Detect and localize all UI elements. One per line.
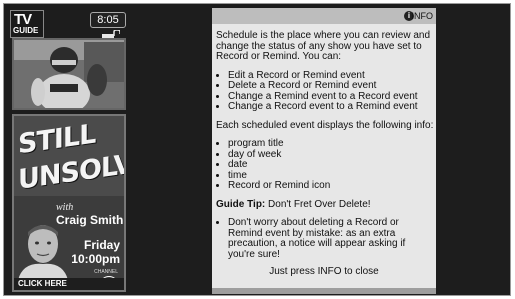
schedule-intro: Schedule is the place where you can revi… [216, 30, 431, 62]
click-here-link[interactable]: CLICK HERE [14, 278, 124, 290]
guide-tip-text: Don't worry about deleting a Record or R… [228, 217, 434, 260]
left-column: TV GUIDE 8:05 STILL UNSOLVED with Craig … [8, 8, 128, 292]
football-player-image [14, 40, 124, 108]
fields-intro: Each scheduled event displays the follow… [216, 119, 434, 131]
logo-bottom-text: GUIDE [13, 26, 39, 35]
promo-ad[interactable]: STILL UNSOLVED with Craig Smith Friday 1… [12, 114, 126, 292]
event-fields-list: program title day of week date time Reco… [216, 138, 434, 192]
guide-tip-heading: Guide Tip: Don't Fret Over Delete! [216, 198, 434, 211]
field-item: program title [228, 138, 434, 150]
promo-channel-label: CHANNEL [94, 269, 118, 275]
info-header-label: INFO [411, 11, 434, 21]
logo-top-text: TV [14, 11, 32, 28]
info-body: Schedule is the place where you can revi… [216, 30, 434, 268]
info-header: i INFO [212, 8, 436, 24]
tv-guide-logo: TV GUIDE [10, 10, 44, 38]
live-video-preview[interactable] [12, 38, 126, 110]
action-item: Change a Record event to a Remind event [228, 101, 434, 113]
guide-tip-title: Don't Fret Over Delete! [268, 198, 371, 210]
host-portrait [18, 225, 68, 280]
tv-screen: TV GUIDE 8:05 STILL UNSOLVED with Craig … [3, 3, 511, 296]
guide-tip-list: Don't worry about deleting a Record or R… [216, 217, 434, 260]
promo-with: with [56, 202, 74, 213]
field-item: date [228, 159, 434, 171]
clock: 8:05 [90, 12, 126, 28]
promo-day: Friday [83, 238, 120, 252]
schedule-actions-list: Edit a Record or Remind event Delete a R… [216, 70, 434, 113]
info-footer-bar [212, 288, 436, 294]
guide-tip-label: Guide Tip: [216, 198, 266, 210]
promo-time: 10:00pm [71, 252, 120, 266]
info-panel: i INFO Schedule is the place where you c… [212, 8, 436, 294]
field-item: Record or Remind icon [228, 180, 434, 192]
info-footer-hint: Just press INFO to close [269, 266, 379, 277]
action-item: Delete a Record or Remind event [228, 80, 434, 92]
field-item: day of week [228, 149, 434, 161]
